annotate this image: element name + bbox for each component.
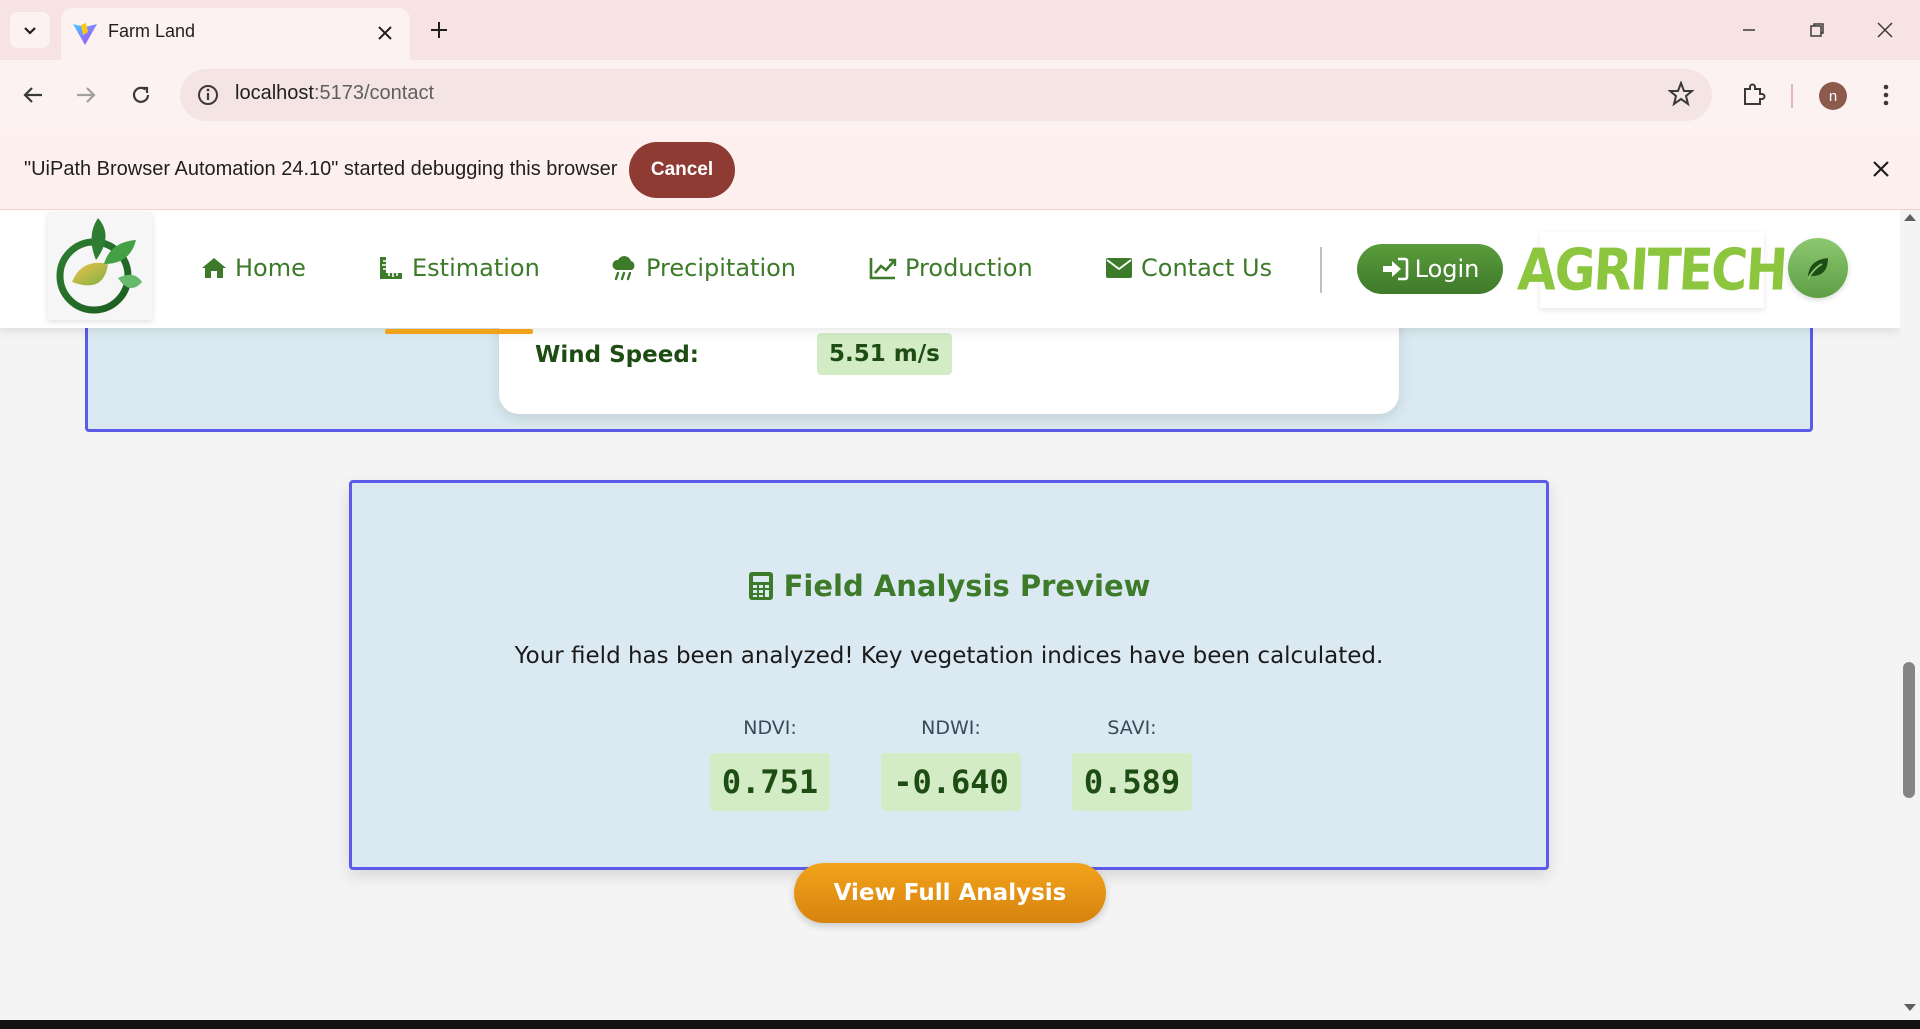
nav-production[interactable]: Production — [869, 250, 1033, 286]
nav-production-label: Production — [905, 254, 1033, 282]
tab-strip: Farm Land — [0, 0, 1920, 60]
close-window-button[interactable] — [1861, 10, 1909, 50]
arrow-right-icon — [77, 87, 96, 103]
profile-avatar[interactable]: n — [1819, 82, 1847, 110]
tab-close-icon[interactable] — [372, 20, 398, 46]
nav-contact-us-label: Contact Us — [1141, 254, 1273, 282]
page-viewport: Wind Speed: 5.51 m/s Home Estimation Pre… — [0, 210, 1900, 1020]
arrow-left-icon — [23, 87, 42, 103]
puzzle-icon — [1744, 83, 1766, 105]
minimize-button[interactable] — [1725, 10, 1773, 50]
scroll-up-arrow-icon[interactable] — [1904, 214, 1916, 221]
ndwi-index: NDWI: -0.640 — [879, 717, 1023, 811]
nav-contact-us[interactable]: Contact Us — [1105, 250, 1272, 286]
taskbar-edge — [0, 1020, 1920, 1029]
bookmark-star-icon[interactable] — [1668, 81, 1694, 107]
tab-title: Farm Land — [108, 21, 196, 41]
calculator-icon — [748, 572, 773, 600]
envelope-icon — [1106, 258, 1132, 278]
wind-speed-value: 5.51 m/s — [817, 333, 952, 375]
nav-home-label: Home — [235, 254, 306, 282]
view-full-analysis-button[interactable]: View Full Analysis — [794, 863, 1106, 923]
leaf-button[interactable] — [1788, 238, 1848, 298]
toolbar-divider — [1791, 84, 1793, 108]
url-text: localhost:5173/contact — [235, 82, 435, 104]
scroll-down-arrow-icon[interactable] — [1904, 1004, 1916, 1011]
minimize-icon — [1743, 29, 1755, 31]
browser-tab[interactable]: Farm Land — [61, 8, 410, 60]
savi-value: 0.589 — [1071, 753, 1193, 811]
analysis-title-text: Field Analysis Preview — [783, 569, 1151, 603]
more-vertical-icon — [1883, 84, 1889, 106]
savi-label: SAVI: — [1107, 717, 1157, 739]
back-button[interactable] — [13, 75, 53, 115]
close-icon — [1877, 22, 1893, 38]
reload-icon — [132, 86, 150, 103]
plus-icon — [431, 22, 447, 38]
analysis-description: Your field has been analyzed! Key vegeta… — [514, 643, 1384, 669]
plant-logo-icon — [56, 218, 142, 314]
forward-button[interactable] — [66, 75, 106, 115]
restore-button[interactable] — [1793, 10, 1841, 50]
savi-index: SAVI: 0.589 — [1070, 717, 1194, 811]
new-tab-button[interactable] — [424, 12, 454, 48]
nav-precipitation[interactable]: Precipitation — [610, 250, 796, 286]
infobar-close-icon[interactable] — [1866, 154, 1896, 184]
chevron-down-icon — [24, 27, 36, 35]
vite-favicon-icon — [73, 23, 97, 45]
ruler-icon — [380, 257, 402, 279]
login-button[interactable]: Login — [1357, 244, 1503, 294]
infobar-cancel-button[interactable]: Cancel — [629, 142, 735, 198]
infobar-message: "UiPath Browser Automation 24.10" starte… — [24, 158, 618, 180]
address-bar[interactable]: localhost:5173/contact — [180, 69, 1712, 121]
browser-menu-button[interactable] — [1866, 75, 1906, 115]
nav-home[interactable]: Home — [201, 250, 306, 286]
browser-toolbar: localhost:5173/contact n — [0, 60, 1920, 130]
nav-divider — [1320, 247, 1322, 293]
login-label: Login — [1414, 255, 1480, 283]
nav-precipitation-label: Precipitation — [646, 254, 797, 282]
cloud-rain-icon — [612, 256, 635, 281]
reload-button[interactable] — [121, 75, 161, 115]
analysis-title: Field Analysis Preview — [352, 569, 1546, 603]
ndvi-label: NDVI: — [743, 717, 797, 739]
site-info-icon[interactable] — [194, 81, 222, 109]
nav-estimation-label: Estimation — [412, 254, 540, 282]
sign-in-icon — [1382, 257, 1408, 281]
site-navbar: Home Estimation Precipitation Production… — [0, 210, 1900, 334]
ndvi-index: NDVI: 0.751 — [708, 717, 832, 811]
extensions-button[interactable] — [1734, 75, 1774, 115]
wind-speed-label: Wind Speed: — [535, 342, 699, 368]
ndwi-value: -0.640 — [881, 753, 1021, 811]
ndvi-value: 0.751 — [709, 753, 831, 811]
nav-estimation[interactable]: Estimation — [378, 250, 540, 286]
scrollbar-thumb[interactable] — [1903, 662, 1915, 798]
active-nav-indicator — [385, 329, 533, 334]
debugging-infobar: "UiPath Browser Automation 24.10" starte… — [0, 130, 1920, 210]
ndwi-label: NDWI: — [921, 717, 981, 739]
brand-logo[interactable]: AGRITECH — [1516, 232, 1788, 308]
restore-icon — [1810, 23, 1824, 37]
leaf-icon — [1807, 258, 1828, 280]
brand-text: AGRITECH — [1516, 236, 1788, 304]
tab-search-button[interactable] — [10, 12, 50, 48]
home-icon — [202, 258, 226, 278]
field-analysis-section: Field Analysis Preview Your field has be… — [349, 480, 1549, 923]
site-logo[interactable] — [48, 212, 152, 320]
page-scrollbar[interactable] — [1900, 210, 1920, 1020]
chart-line-icon — [869, 258, 897, 280]
